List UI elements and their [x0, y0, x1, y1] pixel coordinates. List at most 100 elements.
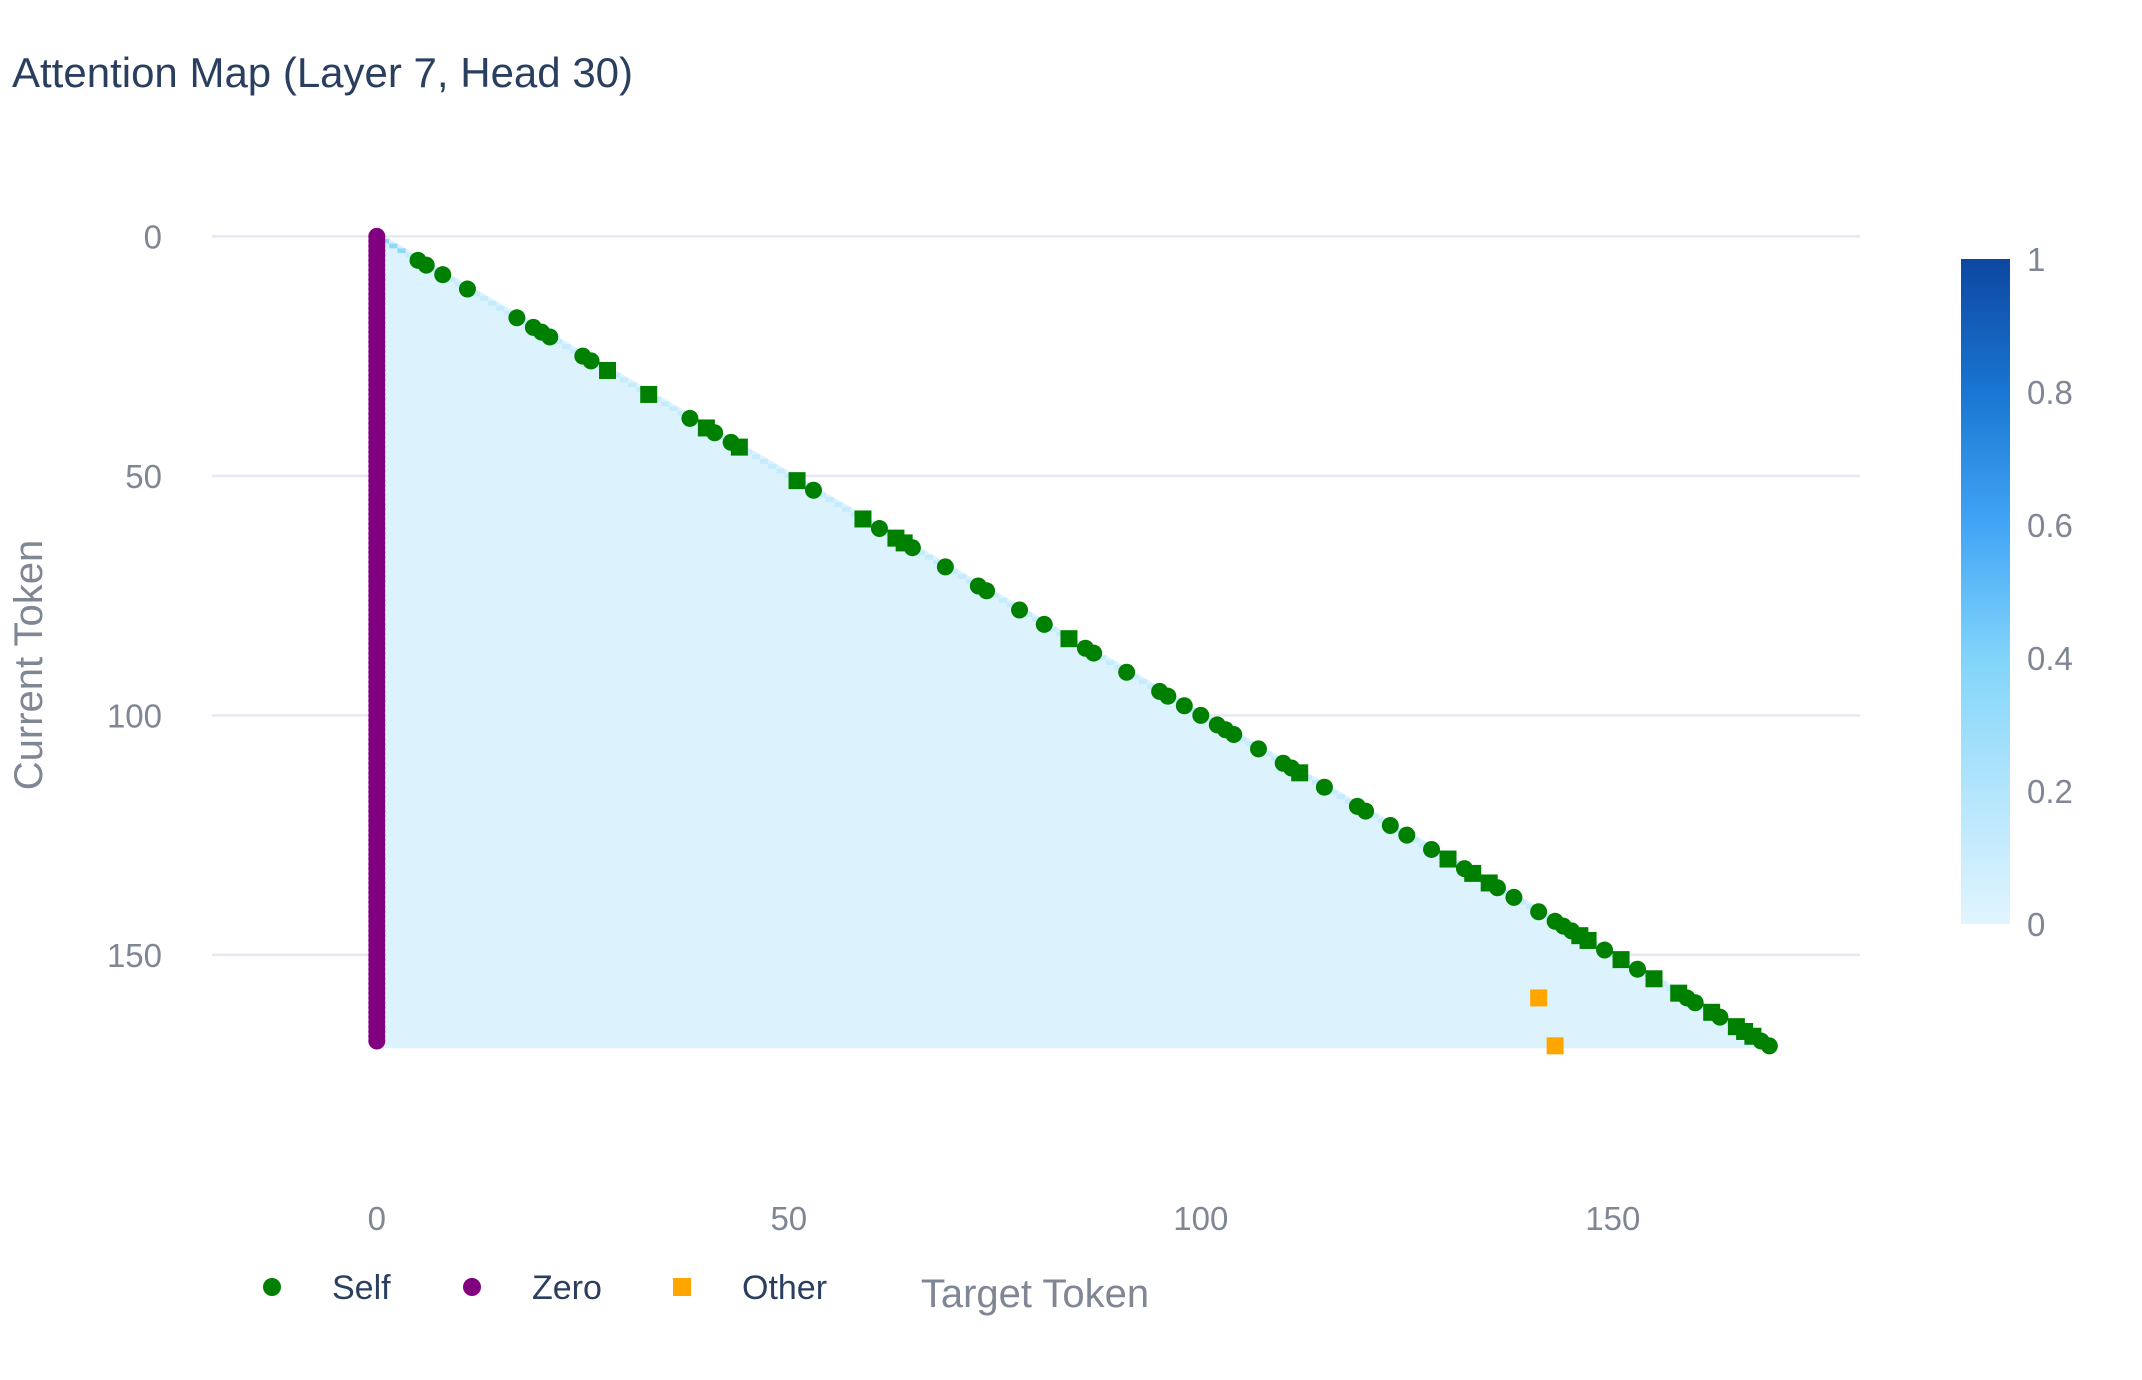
- heatmap-cell: [751, 454, 760, 460]
- self-point: [1645, 970, 1663, 988]
- self-point: [1612, 951, 1630, 969]
- colorbar: 0 0.2 0.4 0.6 0.8 1: [1961, 241, 2073, 943]
- legend-label-zero: Zero: [532, 1269, 602, 1307]
- heatmap-cell: [661, 401, 670, 407]
- self-point: [1480, 874, 1498, 892]
- heatmap-cell: [1336, 794, 1345, 800]
- self-point: [1629, 960, 1647, 978]
- self-point: [1192, 706, 1210, 724]
- self-point: [978, 582, 996, 600]
- self-point: [458, 280, 476, 298]
- self-point: [1315, 778, 1333, 796]
- self-point: [1464, 864, 1482, 882]
- heatmap-cell: [834, 502, 843, 507]
- heatmap-cell: [496, 305, 505, 311]
- other-point: [1530, 989, 1548, 1007]
- heatmap-cell: [488, 301, 497, 306]
- self-point: [599, 361, 617, 379]
- colorbar-tick-label: 0.2: [2027, 773, 2073, 810]
- legend-label-other: Other: [742, 1269, 827, 1307]
- chart-title: Attention Map (Layer 7, Head 30): [12, 49, 633, 96]
- self-point: [1159, 687, 1177, 705]
- colorbar-gradient: [1961, 259, 2010, 924]
- y-tick-label: 0: [144, 218, 162, 255]
- self-point: [1060, 630, 1078, 648]
- self-point: [870, 520, 888, 538]
- self-point: [1381, 817, 1399, 835]
- x-tick-label: 0: [368, 1200, 386, 1237]
- heatmap-cell: [842, 506, 851, 512]
- zero-point: [368, 1032, 386, 1050]
- x-axis-title: Target Token: [921, 1272, 1149, 1316]
- x-tick-label: 50: [770, 1200, 807, 1237]
- y-tick-label: 50: [125, 458, 162, 495]
- heatmap-cell: [776, 468, 785, 474]
- self-point: [1225, 726, 1243, 744]
- self-point: [1760, 1037, 1778, 1055]
- attention-chart: Attention Map (Layer 7, Head 30) 0 50 100 1…: [7, 49, 2073, 1316]
- heatmap-cell: [957, 574, 966, 579]
- self-point: [1118, 663, 1136, 681]
- self-point: [1439, 850, 1457, 868]
- self-point: [697, 419, 715, 437]
- legend-marker-self: [263, 1278, 281, 1296]
- self-point: [1398, 826, 1416, 844]
- heatmap-cell: [669, 406, 678, 412]
- heatmap-cell: [825, 497, 835, 503]
- colorbar-tick-label: 0: [2027, 906, 2045, 943]
- self-point: [730, 438, 748, 456]
- heatmap-cell: [479, 296, 489, 302]
- heatmap-cell: [562, 344, 571, 349]
- heatmap-cell: [1139, 679, 1148, 685]
- self-point: [1579, 931, 1597, 949]
- colorbar-tick-label: 0.6: [2027, 507, 2073, 544]
- self-point: [582, 352, 600, 370]
- heatmap-cell: [628, 382, 637, 388]
- self-point: [1085, 644, 1103, 662]
- self-point: [1249, 740, 1267, 758]
- x-axis-ticks: 0 50 100 150: [368, 1200, 1641, 1237]
- self-point: [805, 481, 823, 499]
- colorbar-tick-label: 0.4: [2027, 640, 2073, 677]
- heatmap-cell: [619, 377, 629, 383]
- self-point: [640, 385, 658, 403]
- heatmap-cell: [924, 554, 933, 560]
- self-point: [1596, 941, 1614, 959]
- self-point: [1423, 840, 1441, 858]
- heatmap-cell: [389, 243, 398, 249]
- legend-marker-other: [673, 1278, 691, 1296]
- self-point: [1291, 764, 1309, 782]
- self-point: [895, 534, 913, 552]
- x-tick-label: 150: [1585, 1200, 1640, 1237]
- x-tick-label: 100: [1173, 1200, 1228, 1237]
- y-axis-title: Current Token: [7, 540, 51, 791]
- colorbar-ticks: 0 0.2 0.4 0.6 0.8 1: [2027, 241, 2073, 943]
- y-tick-label: 150: [107, 937, 162, 974]
- heatmap-cell: [768, 463, 777, 469]
- self-point: [1035, 615, 1053, 633]
- self-point: [1744, 1027, 1762, 1045]
- legend-label-self: Self: [332, 1269, 391, 1307]
- other-point: [1546, 1037, 1564, 1055]
- self-point: [1505, 888, 1523, 906]
- series-zero-circle: [368, 227, 386, 1050]
- self-point: [1175, 697, 1193, 715]
- self-point: [936, 558, 954, 576]
- heatmap-cell: [998, 597, 1008, 603]
- self-point: [434, 266, 452, 284]
- self-point: [1011, 601, 1029, 619]
- self-point: [681, 409, 699, 427]
- heatmap-cell: [1106, 660, 1115, 666]
- self-point: [1703, 1003, 1721, 1021]
- heatmap-cell: [397, 248, 406, 254]
- self-point: [1670, 984, 1688, 1002]
- colorbar-tick-label: 1: [2027, 241, 2045, 278]
- y-tick-label: 100: [107, 697, 162, 734]
- self-point: [1530, 903, 1548, 921]
- y-axis-ticks: 0 50 100 150: [107, 218, 162, 973]
- self-point: [541, 328, 559, 346]
- self-point: [417, 256, 435, 274]
- self-point: [854, 510, 872, 528]
- legend: Self Zero Other: [263, 1269, 827, 1307]
- colorbar-tick-label: 0.8: [2027, 374, 2073, 411]
